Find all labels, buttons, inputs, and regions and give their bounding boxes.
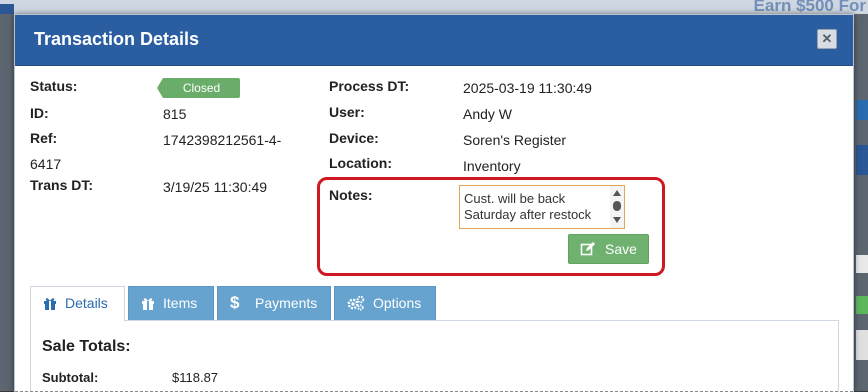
background-right-element	[856, 296, 868, 314]
tab-details-label: Details	[65, 295, 108, 311]
tab-details[interactable]: Details	[30, 286, 125, 322]
location-label: Location:	[329, 155, 392, 171]
id-value: 815	[163, 106, 187, 122]
gift-icon	[142, 298, 154, 310]
background-top-bar	[0, 0, 868, 14]
tab-payments[interactable]: $ Payments	[217, 286, 331, 320]
modal-header: Transaction Details ✕	[15, 15, 853, 66]
process-dt-label: Process DT:	[329, 78, 410, 94]
ref-value-line2: 6417	[30, 156, 62, 172]
background-right-element	[856, 255, 868, 273]
transaction-details-modal: Transaction Details ✕ Status: Closed ID:…	[14, 14, 854, 392]
subtotal-label: Subtotal:	[42, 370, 99, 385]
device-label: Device:	[329, 130, 379, 146]
tab-items-label: Items	[163, 295, 198, 311]
subtotal-value: $118.87	[172, 370, 219, 385]
device-value: Soren's Register	[463, 132, 567, 148]
notes-highlight-annotation	[317, 177, 665, 276]
user-value: Andy W	[463, 106, 513, 122]
sale-totals-title: Sale Totals:	[42, 338, 131, 355]
trans-dt-value: 3/19/25 11:30:49	[163, 179, 268, 195]
details-panel	[30, 320, 839, 392]
gift-icon	[44, 298, 56, 310]
process-dt-value: 2025-03-19 11:30:49	[463, 80, 592, 96]
ref-label: Ref:	[30, 130, 58, 146]
location-value: Inventory	[463, 158, 521, 174]
status-label: Status:	[30, 78, 78, 94]
background-left-mark	[0, 4, 14, 14]
background-right-element	[856, 145, 868, 175]
status-badge: Closed	[157, 78, 240, 98]
gears-icon	[347, 295, 365, 311]
trans-dt-label: Trans DT:	[30, 177, 94, 193]
ref-value-line1: 1742398212561-4-	[163, 132, 282, 148]
background-right-element	[856, 100, 868, 120]
tab-items[interactable]: Items	[128, 286, 214, 320]
id-label: ID:	[30, 105, 49, 121]
background-right-element	[856, 330, 868, 360]
close-icon[interactable]: ✕	[817, 29, 837, 49]
tab-options-label: Options	[373, 295, 422, 311]
tab-options[interactable]: Options	[334, 286, 436, 320]
dollar-icon: $	[230, 293, 240, 312]
tab-payments-label: Payments	[255, 295, 318, 311]
modal-title: Transaction Details	[34, 29, 200, 49]
user-label: User:	[329, 104, 365, 120]
